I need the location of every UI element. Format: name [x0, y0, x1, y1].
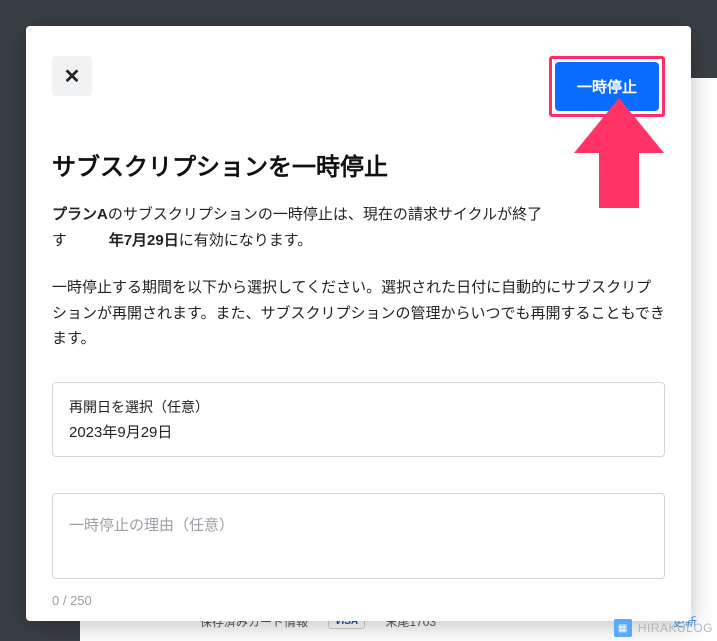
close-button[interactable]: ✕ — [52, 56, 92, 96]
instruction-description: 一時停止する期間を以下から選択してください。選択された日付に自動的にサブスクリプ… — [52, 275, 665, 352]
effective-date: 年7月29日 — [109, 232, 179, 249]
pause-reason-textarea[interactable]: 一時停止の理由（任意） — [52, 493, 665, 579]
plan-name: プランA — [52, 206, 108, 223]
watermark-text: HIRAKULOG — [638, 621, 713, 635]
character-count: 0 / 250 — [52, 593, 665, 608]
resume-date-value: 2023年9月29日 — [69, 421, 648, 442]
modal-title: サブスクリプションを一時停止 — [52, 147, 665, 182]
pause-subscription-modal: ✕ 一時停止 サブスクリプションを一時停止 プランAのサブスクリプションの一時停… — [26, 26, 691, 621]
desc1-tail: に有効になります。 — [179, 232, 313, 249]
watermark-icon: ▦ — [614, 619, 632, 637]
close-icon: ✕ — [64, 64, 81, 89]
watermark: ▦ HIRAKULOG — [614, 619, 713, 637]
resume-date-select[interactable]: 再開日を選択（任意） 2023年9月29日 — [52, 382, 665, 457]
pause-reason-placeholder: 一時停止の理由（任意） — [69, 514, 648, 535]
effective-date-description: プランAのサブスクリプションの一時停止は、現在の請求サイクルが終了す 年7月29… — [52, 202, 665, 253]
highlight-frame: 一時停止 — [549, 56, 665, 117]
modal-header-row: ✕ 一時停止 — [52, 56, 665, 117]
resume-date-label: 再開日を選択（任意） — [69, 397, 648, 417]
pause-button[interactable]: 一時停止 — [555, 62, 659, 111]
